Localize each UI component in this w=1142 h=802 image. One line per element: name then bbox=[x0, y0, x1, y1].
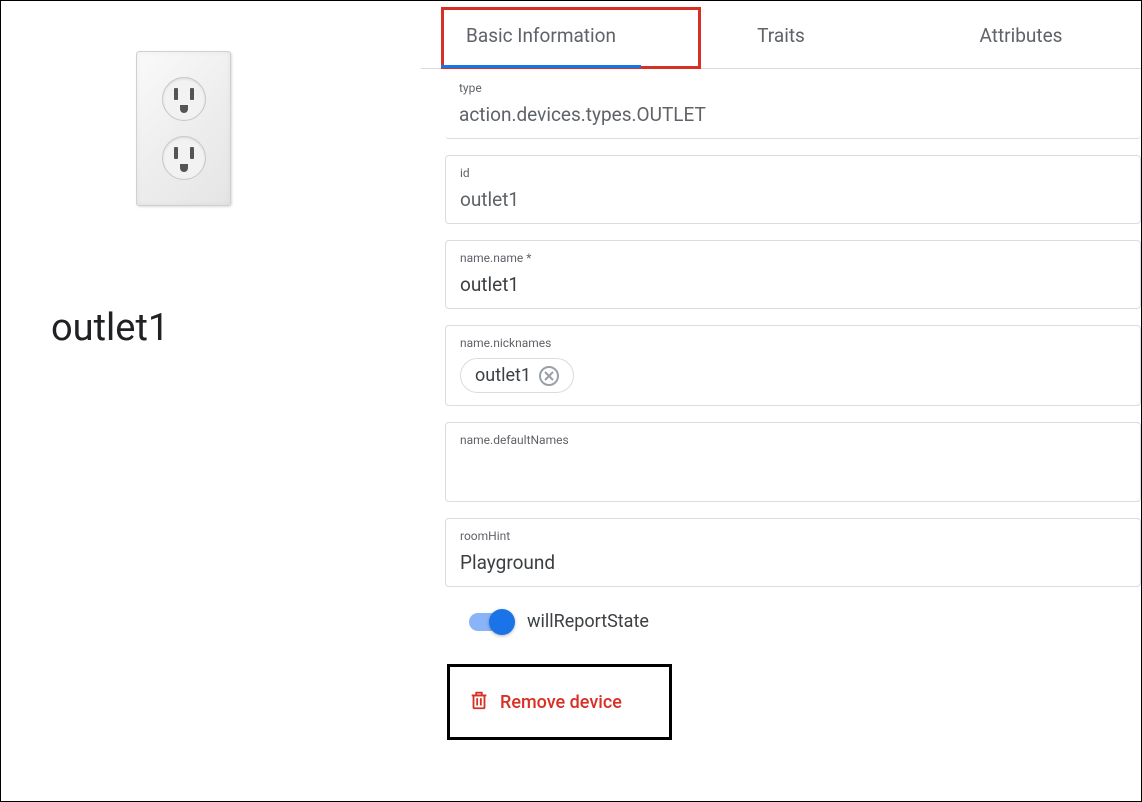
field-default-names[interactable]: name.defaultNames bbox=[445, 422, 1141, 502]
device-sidebar: outlet1 bbox=[1, 1, 421, 801]
field-default-names-value bbox=[460, 455, 1126, 489]
field-name-nicknames[interactable]: name.nicknames outlet1 bbox=[445, 325, 1141, 406]
tab-traits[interactable]: Traits bbox=[661, 7, 901, 68]
form-area: type action.devices.types.OUTLET id outl… bbox=[421, 69, 1141, 740]
remove-device-button[interactable]: Remove device bbox=[468, 689, 622, 716]
tab-attributes[interactable]: Attributes bbox=[901, 7, 1141, 68]
toggle-label: willReportState bbox=[527, 611, 649, 632]
socket-top bbox=[162, 77, 206, 121]
field-nicknames-label: name.nicknames bbox=[460, 336, 1126, 350]
device-title: outlet1 bbox=[51, 306, 381, 350]
tabs: Basic Information Traits Attributes bbox=[421, 7, 1141, 69]
field-name-name-label: name.name * bbox=[460, 251, 1126, 265]
field-type-value: action.devices.types.OUTLET bbox=[459, 103, 1127, 126]
chip-nickname[interactable]: outlet1 bbox=[460, 358, 574, 393]
toggle-will-report-state-row: willReportState bbox=[469, 611, 1141, 632]
chip-nickname-text: outlet1 bbox=[475, 365, 531, 386]
trash-icon bbox=[468, 689, 490, 716]
field-type-label: type bbox=[459, 81, 1127, 95]
field-room-hint-value: Playground bbox=[460, 551, 1126, 574]
field-id-label: id bbox=[460, 166, 1126, 180]
field-id-value: outlet1 bbox=[460, 188, 1126, 211]
toggle-will-report-state[interactable] bbox=[469, 613, 513, 631]
field-type[interactable]: type action.devices.types.OUTLET bbox=[445, 71, 1141, 139]
close-icon[interactable] bbox=[539, 366, 559, 386]
field-name-name-value: outlet1 bbox=[460, 273, 1126, 296]
tab-basic-information[interactable]: Basic Information bbox=[421, 7, 661, 68]
outlet-icon bbox=[136, 51, 231, 206]
remove-device-highlight: Remove device bbox=[447, 664, 672, 740]
field-room-hint[interactable]: roomHint Playground bbox=[445, 518, 1141, 587]
field-name-name[interactable]: name.name * outlet1 bbox=[445, 240, 1141, 309]
field-id[interactable]: id outlet1 bbox=[445, 155, 1141, 224]
socket-bottom bbox=[162, 136, 206, 180]
main-panel: Basic Information Traits Attributes type… bbox=[421, 1, 1141, 801]
field-default-names-label: name.defaultNames bbox=[460, 433, 1126, 447]
field-room-hint-label: roomHint bbox=[460, 529, 1126, 543]
remove-device-label: Remove device bbox=[500, 692, 622, 713]
